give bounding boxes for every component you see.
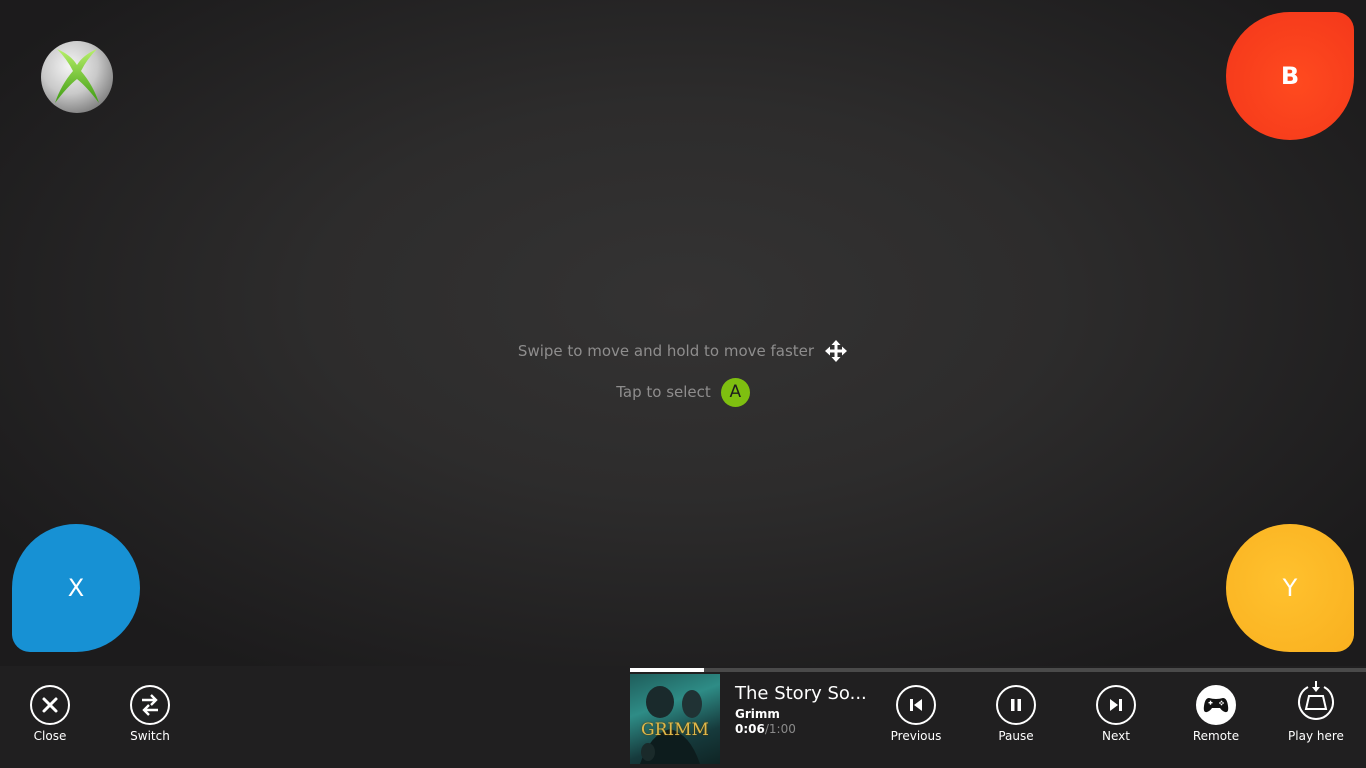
switch-icon: [142, 694, 158, 716]
x-button-label: X: [67, 574, 85, 602]
thumbnail-title: GRIMM: [641, 720, 709, 740]
play-here-button[interactable]: Play here: [1276, 681, 1356, 743]
remote-button[interactable]: Remote: [1176, 685, 1256, 743]
pause-icon: [1011, 699, 1021, 711]
app-bar: Close Switch GRIMM The Story So... Grimm…: [0, 666, 1366, 768]
close-button[interactable]: Close: [10, 685, 90, 743]
playback-progress-bar[interactable]: [630, 668, 1366, 672]
pause-button[interactable]: Pause: [976, 685, 1056, 743]
elapsed-time: 0:06: [735, 722, 765, 736]
gesture-hints: Swipe to move and hold to move faster Ta…: [0, 336, 1366, 407]
now-playing-title: The Story So...: [735, 683, 867, 704]
previous-button[interactable]: Previous: [876, 685, 956, 743]
now-playing-time: 0:06/1:00: [735, 722, 885, 736]
remote-button-circle: [1196, 685, 1236, 725]
b-button[interactable]: B: [1226, 12, 1354, 140]
xbox-logo-icon[interactable]: [41, 41, 113, 113]
controller-icon: [1203, 698, 1229, 713]
previous-icon: [910, 699, 922, 711]
next-icon: [1110, 699, 1122, 711]
y-button-label: Y: [1282, 574, 1298, 602]
y-button[interactable]: Y: [1226, 524, 1354, 652]
switch-label: Switch: [130, 729, 170, 743]
previous-button-circle: [896, 685, 936, 725]
close-button-circle: [30, 685, 70, 725]
previous-label: Previous: [890, 729, 942, 743]
close-icon: [42, 697, 58, 713]
select-hint: Tap to select A: [0, 377, 1366, 407]
select-hint-text: Tap to select: [616, 383, 711, 401]
now-playing-thumbnail[interactable]: GRIMM: [630, 674, 720, 764]
pause-label: Pause: [998, 729, 1034, 743]
total-time: /1:00: [764, 722, 796, 736]
play-here-icon: [1298, 681, 1334, 720]
now-playing-series: Grimm: [735, 707, 780, 721]
next-button-circle: [1096, 685, 1136, 725]
x-button[interactable]: X: [12, 524, 140, 652]
playback-progress-fill: [630, 668, 704, 672]
switch-button[interactable]: Switch: [110, 685, 190, 743]
play-here-label: Play here: [1288, 729, 1344, 743]
move-arrows-icon: [825, 340, 848, 362]
close-label: Close: [33, 729, 67, 743]
switch-button-circle: [130, 685, 170, 725]
play-here-icon-wrap: [1296, 681, 1336, 725]
next-button[interactable]: Next: [1076, 685, 1156, 743]
move-hint: Swipe to move and hold to move faster: [0, 336, 1366, 366]
a-button-badge: A: [720, 377, 750, 407]
next-label: Next: [1102, 729, 1130, 743]
remote-touch-surface[interactable]: B X Y Swipe to move and hold to move fas…: [0, 0, 1366, 666]
move-hint-text: Swipe to move and hold to move faster: [517, 342, 815, 360]
b-button-label: B: [1280, 62, 1300, 90]
now-playing-info[interactable]: The Story So... Grimm 0:06/1:00: [735, 683, 885, 736]
thumbnail-art: [640, 686, 702, 764]
pause-button-circle: [996, 685, 1036, 725]
remote-label: Remote: [1192, 729, 1240, 743]
